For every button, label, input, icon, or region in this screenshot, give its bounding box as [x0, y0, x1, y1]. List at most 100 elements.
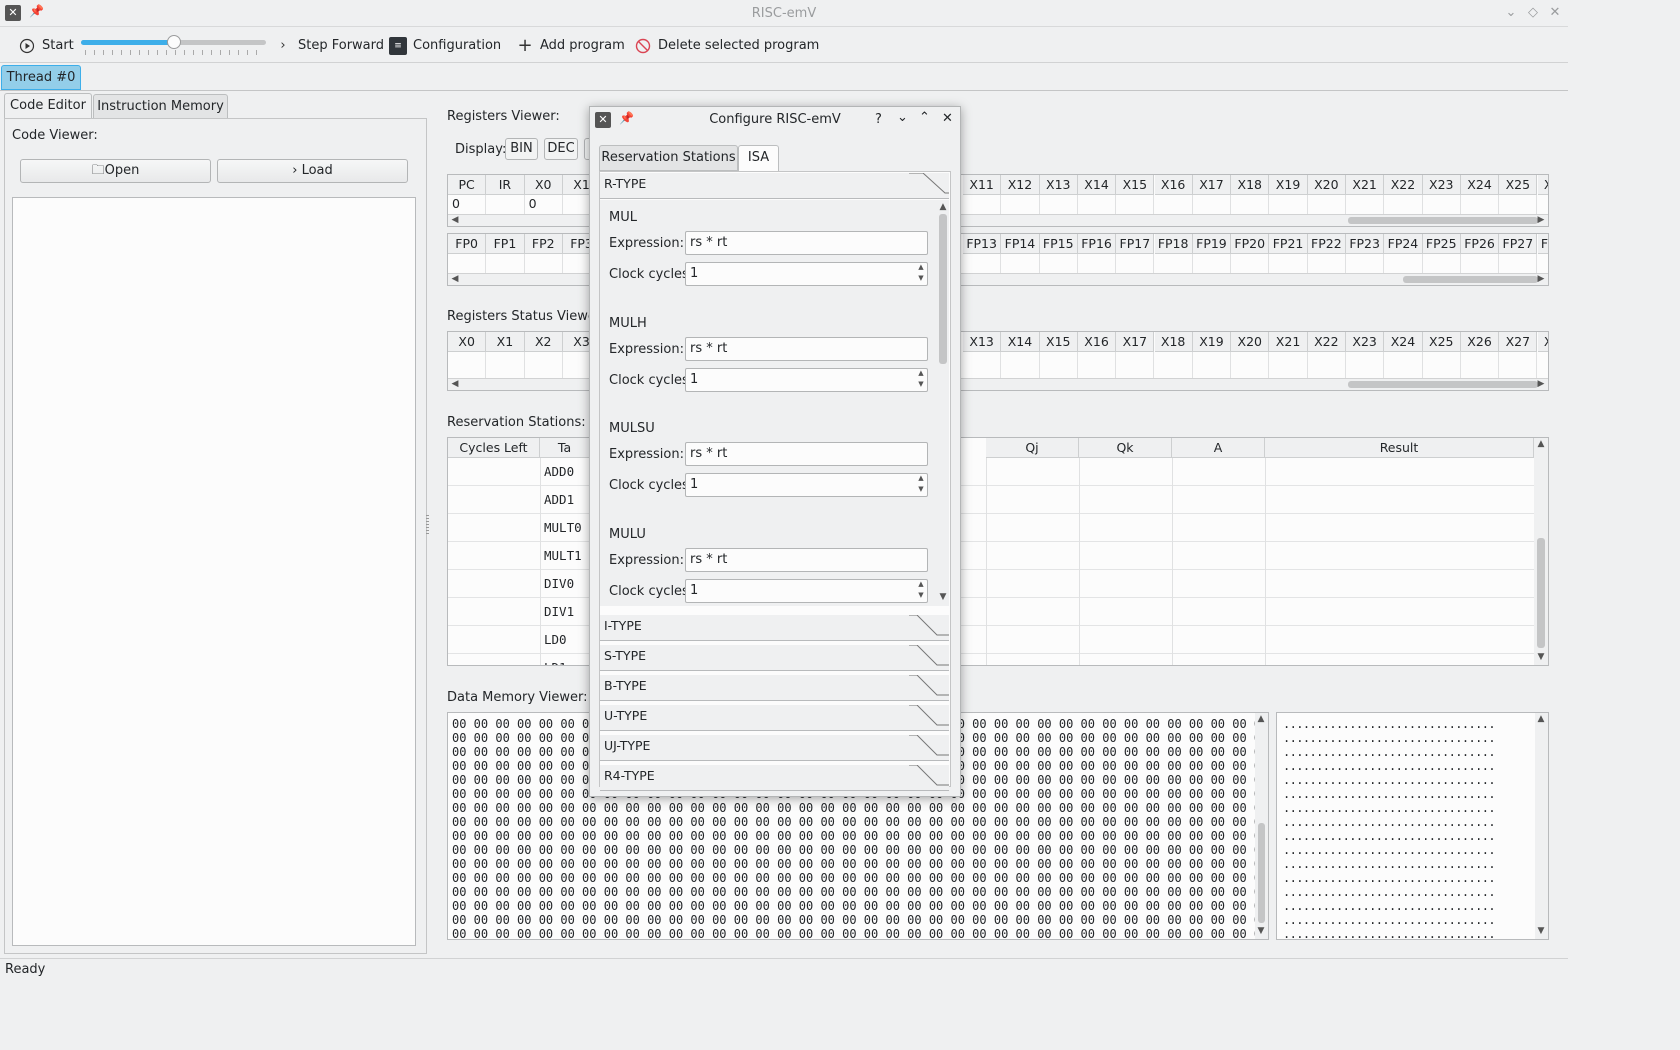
scroll-up-icon[interactable]: ▲	[1256, 714, 1266, 724]
display-dec-button[interactable]: DEC	[544, 138, 578, 160]
expression-input[interactable]: rs * rt	[685, 336, 928, 361]
delete-program-button[interactable]: Delete selected program	[634, 35, 819, 57]
register-cell[interactable]	[1116, 254, 1155, 273]
expression-input[interactable]: rs * rt	[685, 442, 928, 466]
register-cell[interactable]	[448, 352, 487, 378]
register-cell[interactable]	[1231, 195, 1270, 214]
minimize-icon[interactable]: ⌄	[897, 110, 908, 125]
configuration-button[interactable]: ≡ Configuration	[389, 35, 501, 57]
scroll-thumb[interactable]	[1403, 276, 1538, 283]
register-cell[interactable]	[1384, 352, 1423, 378]
register-cell[interactable]	[1040, 254, 1078, 273]
maximize-button[interactable]: ◇	[1524, 4, 1542, 22]
clock-cycles-spinbox[interactable]: 1	[685, 578, 928, 603]
code-textarea[interactable]	[12, 197, 416, 946]
register-cell[interactable]	[1040, 195, 1078, 214]
register-cell[interactable]	[1499, 352, 1538, 378]
register-cell[interactable]	[1078, 352, 1117, 378]
rs-vscrollbar[interactable]: ▲ ▼	[1534, 438, 1548, 665]
tab-instruction-memory[interactable]: Instruction Memory	[93, 94, 228, 119]
register-cell[interactable]	[1269, 352, 1308, 378]
register-cell[interactable]	[1461, 254, 1500, 273]
register-cell[interactable]	[1538, 195, 1549, 214]
register-cell[interactable]	[1499, 254, 1538, 273]
slider-handle[interactable]	[166, 35, 181, 49]
register-cell[interactable]	[1155, 352, 1193, 378]
ascii-vscrollbar[interactable]: ▲ ▼	[1535, 713, 1548, 939]
isa-section[interactable]: S-TYPE	[600, 645, 949, 671]
register-cell[interactable]	[1116, 352, 1155, 378]
register-cell[interactable]	[1001, 352, 1040, 378]
spinbox-arrows[interactable]: ▲ ▼	[915, 579, 927, 603]
register-cell[interactable]	[1078, 195, 1117, 214]
tab-isa[interactable]: ISA	[738, 145, 779, 172]
close-window-button[interactable]: ✕	[1546, 4, 1564, 22]
register-cell[interactable]	[963, 352, 1002, 378]
register-cell[interactable]	[1499, 195, 1538, 214]
spinbox-arrows[interactable]: ▲ ▼	[915, 473, 927, 497]
scroll-up-icon[interactable]: ▲	[1536, 439, 1546, 449]
register-cell[interactable]	[963, 254, 1002, 273]
spinbox-arrows[interactable]: ▲ ▼	[915, 262, 927, 286]
isa-section[interactable]: B-TYPE	[600, 675, 949, 701]
scroll-thumb[interactable]	[1258, 823, 1265, 923]
register-cell[interactable]	[1423, 195, 1461, 214]
register-cell[interactable]	[1538, 254, 1549, 273]
expression-input[interactable]: rs * rt	[685, 231, 928, 255]
scroll-up-icon[interactable]: ▲	[938, 202, 948, 212]
register-cell[interactable]	[486, 352, 525, 378]
register-cell[interactable]	[1538, 352, 1549, 378]
register-cell[interactable]	[525, 352, 563, 378]
register-cell[interactable]	[1269, 195, 1308, 214]
register-cell[interactable]	[1423, 352, 1461, 378]
register-cell[interactable]	[1231, 254, 1270, 273]
expression-input[interactable]: rs * rt	[685, 547, 928, 572]
clock-cycles-spinbox[interactable]: 1	[685, 367, 928, 392]
data-memory-ascii[interactable]: ........................................…	[1276, 712, 1549, 940]
display-bin-button[interactable]: BIN	[505, 138, 538, 160]
clock-cycles-spinbox[interactable]: 1	[685, 262, 928, 286]
step-forward-button[interactable]: › Step Forward	[274, 35, 384, 57]
register-cell[interactable]	[1346, 352, 1385, 378]
tab-code-editor[interactable]: Code Editor	[4, 93, 92, 118]
register-cell[interactable]	[1193, 352, 1232, 378]
register-cell[interactable]	[525, 254, 563, 273]
scroll-down-icon[interactable]: ▼	[938, 592, 948, 602]
scroll-down-icon[interactable]: ▼	[1256, 926, 1266, 936]
register-cell[interactable]	[1461, 195, 1500, 214]
register-cell[interactable]	[1308, 254, 1346, 273]
section-r-type[interactable]: R-TYPE	[600, 173, 949, 199]
register-cell[interactable]	[1001, 195, 1040, 214]
open-button[interactable]: 🗀Open	[20, 159, 211, 183]
register-cell[interactable]	[1308, 195, 1346, 214]
help-icon[interactable]: ?	[875, 112, 882, 127]
isa-vscrollbar[interactable]: ▲ ▼	[937, 200, 949, 606]
register-cell[interactable]	[1346, 254, 1385, 273]
maximize-icon[interactable]: ⌃	[919, 110, 930, 125]
register-cell[interactable]	[1461, 352, 1500, 378]
register-cell[interactable]	[1155, 254, 1193, 273]
scroll-right-icon[interactable]: ▶	[1536, 274, 1546, 284]
scroll-left-icon[interactable]: ◀	[450, 215, 460, 225]
register-cell[interactable]	[1078, 254, 1117, 273]
register-cell[interactable]	[486, 254, 525, 273]
isa-section[interactable]: U-TYPE	[600, 705, 949, 731]
clock-cycles-spinbox[interactable]: 1	[685, 473, 928, 497]
scroll-left-icon[interactable]: ◀	[450, 274, 460, 284]
speed-slider[interactable]	[81, 35, 266, 58]
register-cell[interactable]	[1001, 254, 1040, 273]
scroll-left-icon[interactable]: ◀	[450, 379, 460, 389]
scroll-thumb[interactable]	[1348, 381, 1538, 388]
scroll-down-icon[interactable]: ▼	[1536, 652, 1546, 662]
scroll-down-icon[interactable]: ▼	[1536, 926, 1546, 936]
minimize-button[interactable]: ⌄	[1502, 4, 1520, 22]
start-button[interactable]: Start	[18, 35, 74, 57]
register-cell[interactable]	[1040, 352, 1078, 378]
spinbox-arrows[interactable]: ▲ ▼	[915, 368, 927, 392]
register-cell[interactable]	[1384, 254, 1423, 273]
splitter-handle[interactable]	[426, 515, 429, 535]
register-cell[interactable]	[1193, 195, 1232, 214]
isa-section[interactable]: I-TYPE	[600, 615, 949, 641]
register-cell[interactable]	[1193, 254, 1232, 273]
scroll-thumb[interactable]	[939, 214, 947, 364]
